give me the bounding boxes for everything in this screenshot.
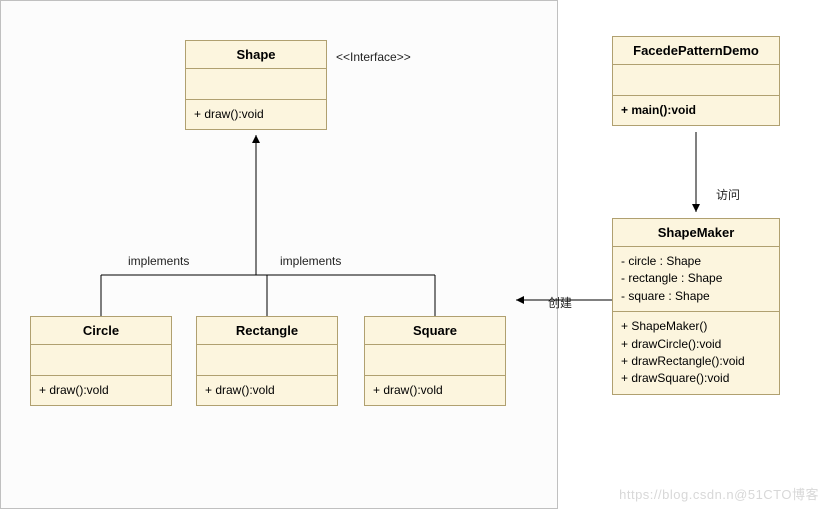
class-shape: Shape + draw():void xyxy=(185,40,327,130)
class-methods: + draw():vold xyxy=(365,376,505,405)
watermark: https://blog.csdn.n@51CTO博客 xyxy=(619,484,819,503)
class-methods: + ShapeMaker() + drawCircle():void + dra… xyxy=(613,312,779,394)
method: + ShapeMaker() xyxy=(621,318,771,335)
class-name: Rectangle xyxy=(197,317,337,345)
class-methods: + draw():vold xyxy=(31,376,171,405)
class-attrs: - circle : Shape - rectangle : Shape - s… xyxy=(613,247,779,312)
method: + drawCircle():void xyxy=(621,336,771,353)
attr: - square : Shape xyxy=(621,288,771,305)
class-attrs xyxy=(613,65,779,96)
class-methods: + draw():void xyxy=(186,100,326,129)
class-attrs xyxy=(31,345,171,376)
class-methods: + draw():vold xyxy=(197,376,337,405)
class-name: Circle xyxy=(31,317,171,345)
class-square: Square + draw():vold xyxy=(364,316,506,406)
label-implements-left: implements xyxy=(128,254,189,268)
method: + draw():void xyxy=(194,106,318,123)
class-attrs xyxy=(197,345,337,376)
class-attrs xyxy=(186,69,326,100)
method: + draw():vold xyxy=(205,382,329,399)
method: + drawSquare():void xyxy=(621,370,771,387)
method: + draw():vold xyxy=(373,382,497,399)
label-visit: 访问 xyxy=(716,186,740,203)
class-name: Shape xyxy=(186,41,326,69)
class-name: ShapeMaker xyxy=(613,219,779,247)
class-attrs xyxy=(365,345,505,376)
attr: - circle : Shape xyxy=(621,253,771,270)
method: + drawRectangle():void xyxy=(621,353,771,370)
class-demo: FacedePatternDemo + main():void xyxy=(612,36,780,126)
stereotype-interface: <<Interface>> xyxy=(336,50,411,64)
method: + main():void xyxy=(621,102,771,119)
class-maker: ShapeMaker - circle : Shape - rectangle … xyxy=(612,218,780,395)
method: + draw():vold xyxy=(39,382,163,399)
label-create: 创建 xyxy=(548,294,572,311)
attr: - rectangle : Shape xyxy=(621,270,771,287)
class-name: Square xyxy=(365,317,505,345)
class-rectangle: Rectangle + draw():vold xyxy=(196,316,338,406)
class-circle: Circle + draw():vold xyxy=(30,316,172,406)
class-methods: + main():void xyxy=(613,96,779,125)
label-implements-right: implements xyxy=(280,254,341,268)
class-name: FacedePatternDemo xyxy=(613,37,779,65)
